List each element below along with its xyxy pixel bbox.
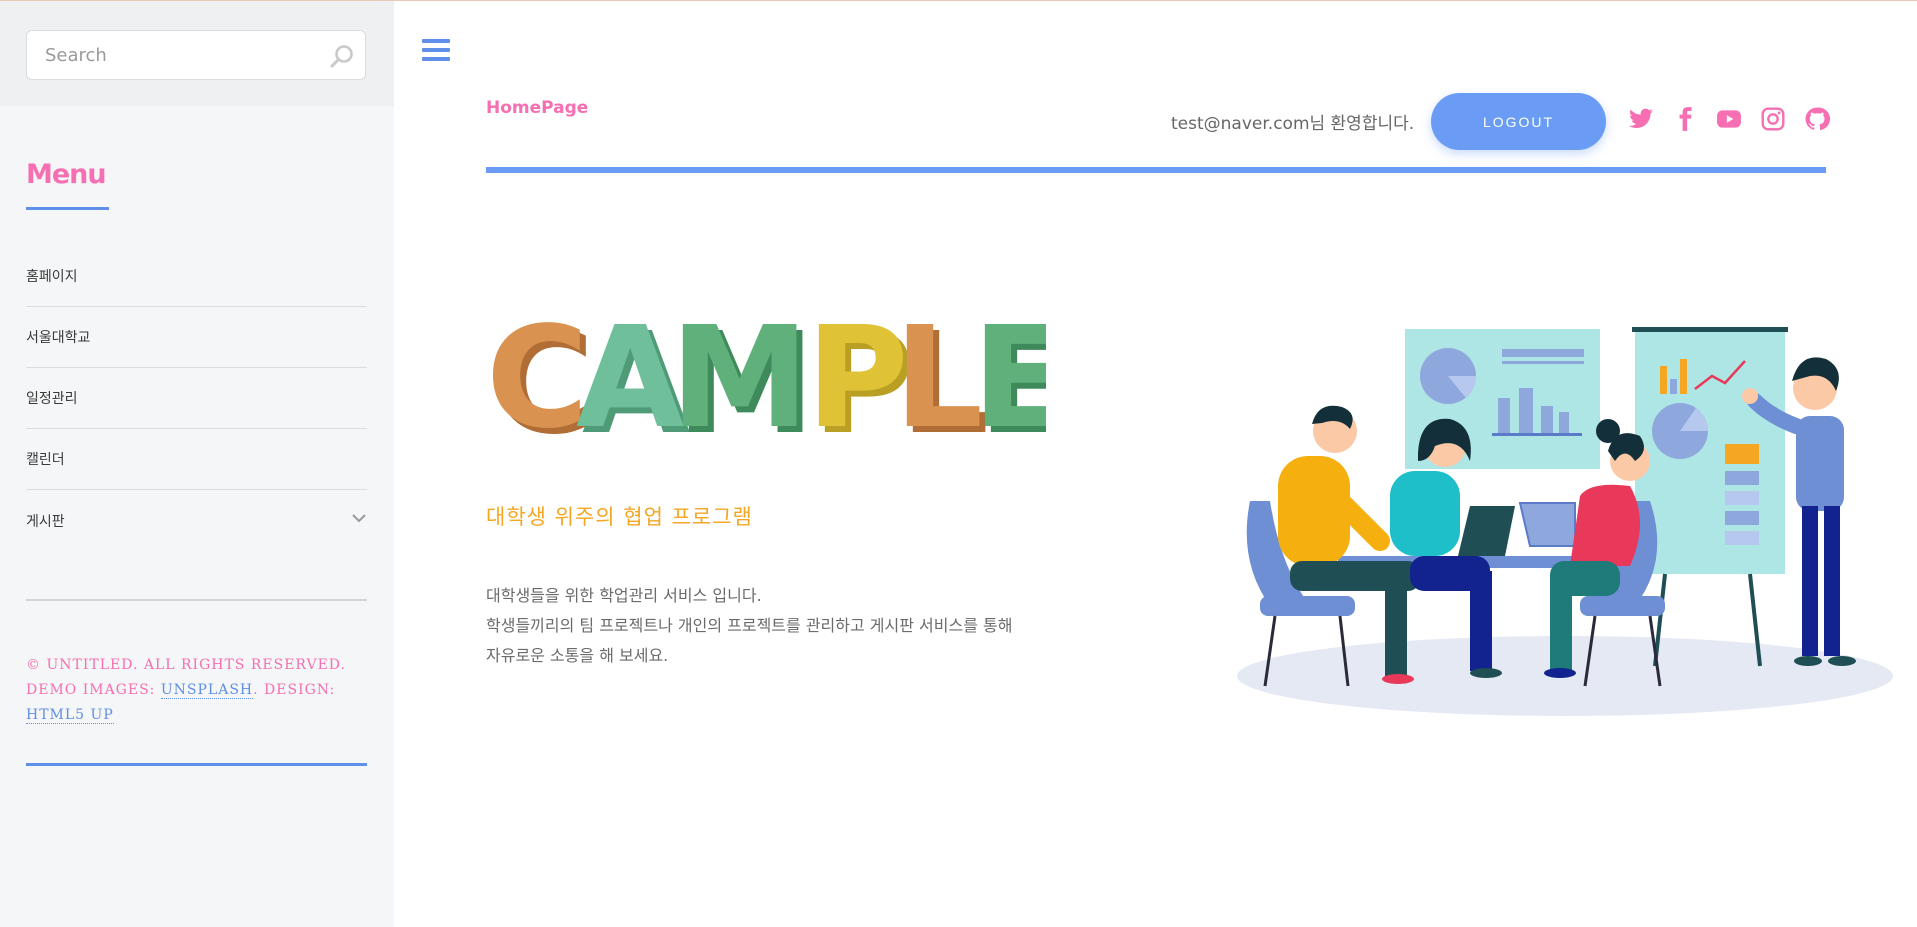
- sidebar-item-label: 홈페이지: [26, 269, 78, 285]
- sidebar-bottom-line: [26, 763, 367, 766]
- sidebar: Menu 홈페이지 서울대학교 일정관리 캘린더 게시판 © UNTITLED.…: [0, 1, 394, 927]
- sidebar-item-home[interactable]: 홈페이지: [26, 246, 367, 307]
- sidebar-item-label: 캘린더: [26, 452, 65, 468]
- description-line: 자유로운 소통을 해 보세요.: [486, 646, 669, 665]
- cample-logo: C A M P L E C A M P L E: [486, 311, 1046, 446]
- social-links: [1628, 106, 1830, 132]
- search-input[interactable]: [27, 31, 307, 79]
- logout-button[interactable]: LOGOUT: [1431, 93, 1606, 150]
- svg-text:E: E: [972, 311, 1046, 446]
- svg-text:L: L: [894, 311, 983, 446]
- sidebar-footer: © UNTITLED. ALL RIGHTS RESERVED. DEMO IM…: [26, 653, 367, 728]
- sidebar-item-calendar[interactable]: 캘린더: [26, 429, 367, 490]
- unsplash-link[interactable]: UNSPLASH: [160, 682, 254, 699]
- svg-text:A: A: [576, 311, 684, 446]
- sidebar-item-board[interactable]: 게시판: [26, 490, 367, 551]
- sidebar-item-schedule[interactable]: 일정관리: [26, 368, 367, 429]
- team-meeting-illustration: [1237, 327, 1893, 716]
- copyright-text: © UNTITLED. ALL RIGHTS RESERVED.: [26, 657, 346, 673]
- menu-title: Menu: [26, 159, 107, 190]
- sidebar-divider: [26, 599, 367, 601]
- chevron-down-icon[interactable]: [351, 512, 367, 524]
- github-icon[interactable]: [1804, 106, 1830, 132]
- sidebar-nav: 홈페이지 서울대학교 일정관리 캘린더 게시판: [26, 246, 367, 551]
- design-label: . DESIGN:: [253, 682, 336, 698]
- search-box[interactable]: [26, 30, 366, 80]
- hero-description: 대학생들을 위한 학업관리 서비스 입니다. 학생들끼리의 팀 프로젝트나 개인…: [486, 581, 1012, 671]
- facebook-icon[interactable]: [1672, 106, 1698, 132]
- sidebar-item-snu[interactable]: 서울대학교: [26, 307, 367, 368]
- search-area: [0, 1, 394, 106]
- twitter-icon[interactable]: [1628, 106, 1654, 132]
- demo-images-label: DEMO IMAGES:: [26, 682, 156, 698]
- svg-text:M: M: [670, 311, 809, 446]
- youtube-icon[interactable]: [1716, 106, 1742, 132]
- instagram-icon[interactable]: [1760, 106, 1786, 132]
- homepage-link[interactable]: HomePage: [486, 98, 588, 118]
- sidebar-item-label: 게시판: [26, 513, 65, 530]
- search-icon[interactable]: [329, 43, 355, 69]
- sidebar-item-label: 서울대학교: [26, 330, 91, 346]
- welcome-message: test@naver.com님 환영합니다.: [1171, 114, 1415, 134]
- html5up-link[interactable]: HTML5 UP: [26, 707, 114, 724]
- hamburger-menu-icon[interactable]: [422, 39, 450, 63]
- header-divider: [486, 167, 1826, 173]
- description-line: 학생들끼리의 팀 프로젝트나 개인의 프로젝트를 관리하고 게시판 서비스를 통…: [486, 616, 1013, 635]
- menu-underline: [26, 207, 109, 210]
- description-line: 대학생들을 위한 학업관리 서비스 입니다.: [486, 586, 762, 605]
- tagline: 대학생 위주의 협업 프로그램: [486, 505, 753, 529]
- sidebar-item-label: 일정관리: [26, 391, 78, 407]
- svg-text:C: C: [486, 311, 589, 446]
